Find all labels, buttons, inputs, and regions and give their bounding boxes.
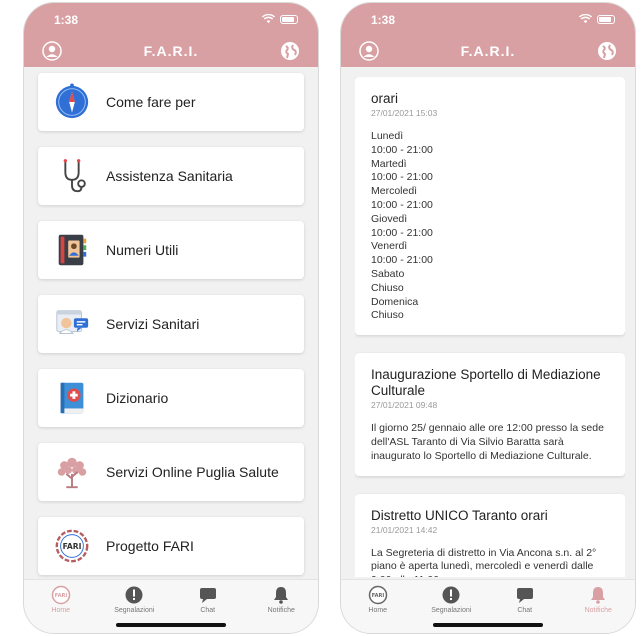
- page-title: F.A.R.I.: [143, 43, 199, 59]
- compass-icon: [52, 82, 92, 122]
- globe-icon[interactable]: [280, 41, 300, 61]
- tab-label: Segnalazioni: [431, 607, 472, 614]
- stethoscope-icon: [52, 156, 92, 196]
- menu-item-progetto-fari[interactable]: FARI Progetto FARI: [38, 517, 304, 575]
- news-title: Distretto UNICO Taranto orari: [371, 507, 548, 523]
- menu-item-label: Servizi Sanitari: [106, 316, 200, 332]
- bell-icon: [591, 587, 606, 604]
- main-menu: Come fare per Assistenza Sanitaria Numer…: [38, 73, 304, 591]
- menu-item-label: Come fare per: [106, 94, 196, 110]
- tab-label: Notifiche: [584, 607, 612, 614]
- menu-item-servizi-sanitari[interactable]: Servizi Sanitari: [38, 295, 304, 353]
- news-date: 27/01/2021 15:03: [371, 108, 438, 118]
- home-indicator[interactable]: [116, 623, 226, 627]
- tab-bar: FARI Home Segnalazioni Chat Notifiche: [341, 579, 635, 633]
- chat-icon: [199, 588, 216, 603]
- menu-item-label: Assistenza Sanitaria: [106, 168, 233, 184]
- news-title: Inaugurazione Sportello di Mediazione Cu…: [371, 367, 601, 399]
- tab-home[interactable]: FARI Home: [24, 580, 98, 633]
- svg-text:FARI: FARI: [55, 593, 68, 599]
- phone-screen-notifiche: 1:38 F.A.R.I. orari 27/01/2021 15:03 Lun…: [341, 3, 635, 633]
- tab-bar: FARI Home Segnalazioni Chat Notifiche: [24, 579, 318, 633]
- news-date: 27/01/2021 09:48: [371, 400, 438, 411]
- status-time: 1:38: [54, 13, 79, 27]
- status-time: 1:38: [371, 13, 396, 27]
- tab-label: Home: [51, 607, 71, 614]
- news-body: Lunedì 10:00 - 21:00 Martedì 10:00 - 21:…: [371, 130, 433, 322]
- wifi-icon: [579, 14, 592, 24]
- news-body: La Segreteria di distretto in Via Ancona…: [371, 546, 597, 577]
- menu-item-label: Numeri Utili: [106, 242, 179, 258]
- top-bar: 1:38 F.A.R.I.: [24, 3, 318, 67]
- top-bar: 1:38 F.A.R.I.: [341, 3, 635, 67]
- menu-item-label: Servizi Online Puglia Salute: [106, 464, 279, 480]
- nav-bar: F.A.R.I.: [353, 39, 623, 65]
- menu-item-servizi-online[interactable]: Servizi Online Puglia Salute: [38, 443, 304, 501]
- battery-icon: [280, 14, 298, 24]
- chat-icon: [516, 588, 533, 603]
- tab-label: Chat: [200, 607, 216, 614]
- globe-icon[interactable]: [597, 41, 617, 61]
- status-bar: 1:38: [371, 13, 615, 29]
- news-body: Il giorno 25/ gennaio alle ore 12:00 pre…: [371, 422, 604, 462]
- home-indicator[interactable]: [433, 623, 543, 627]
- wifi-icon: [262, 14, 275, 24]
- phonebook-icon: [52, 230, 92, 270]
- home-icon: FARI: [368, 585, 387, 605]
- news-date: 21/01/2021 14:42: [371, 524, 438, 535]
- tab-notifiche[interactable]: Notifiche: [245, 580, 319, 633]
- tab-label: Segnalazioni: [114, 607, 155, 614]
- news-card[interactable]: Inaugurazione Sportello di Mediazione Cu…: [355, 353, 625, 476]
- bell-icon: [274, 587, 289, 604]
- news-feed[interactable]: orari 27/01/2021 15:03 Lunedì 10:00 - 21…: [355, 77, 625, 577]
- menu-item-dizionario[interactable]: Dizionario: [38, 369, 304, 427]
- svg-text:FARI: FARI: [372, 593, 385, 599]
- tab-home[interactable]: FARI Home: [341, 580, 415, 633]
- menu-item-label: Dizionario: [106, 390, 169, 406]
- menu-item-numeri-utili[interactable]: Numeri Utili: [38, 221, 304, 279]
- nav-bar: F.A.R.I.: [36, 39, 306, 65]
- menu-item-label: Progetto FARI: [106, 538, 194, 554]
- fari-logo-text: FARI: [63, 542, 82, 551]
- alert-icon: [125, 586, 143, 604]
- status-bar: 1:38: [54, 13, 298, 29]
- news-card[interactable]: Distretto UNICO Taranto orari 21/01/2021…: [355, 493, 625, 577]
- home-icon: FARI: [51, 585, 70, 605]
- tab-label: Chat: [517, 607, 533, 614]
- tree-icon: [52, 452, 92, 492]
- menu-item-come-fare-per[interactable]: Come fare per: [38, 73, 304, 131]
- news-card[interactable]: orari 27/01/2021 15:03 Lunedì 10:00 - 21…: [355, 77, 625, 336]
- phone-screen-home: 1:38 F.A.R.I. Come fare per Assistenza S…: [24, 3, 318, 633]
- doctor-chat-icon: [52, 304, 92, 344]
- fari-logo-icon: FARI: [52, 526, 92, 566]
- battery-icon: [597, 14, 615, 24]
- page-title: F.A.R.I.: [460, 43, 516, 59]
- news-title: orari: [371, 91, 399, 106]
- tab-label: Notifiche: [267, 607, 295, 614]
- menu-item-assistenza-sanitaria[interactable]: Assistenza Sanitaria: [38, 147, 304, 205]
- tab-label: Home: [368, 607, 388, 614]
- tab-notifiche[interactable]: Notifiche: [562, 580, 636, 633]
- alert-icon: [442, 586, 460, 604]
- medical-book-icon: [52, 378, 92, 418]
